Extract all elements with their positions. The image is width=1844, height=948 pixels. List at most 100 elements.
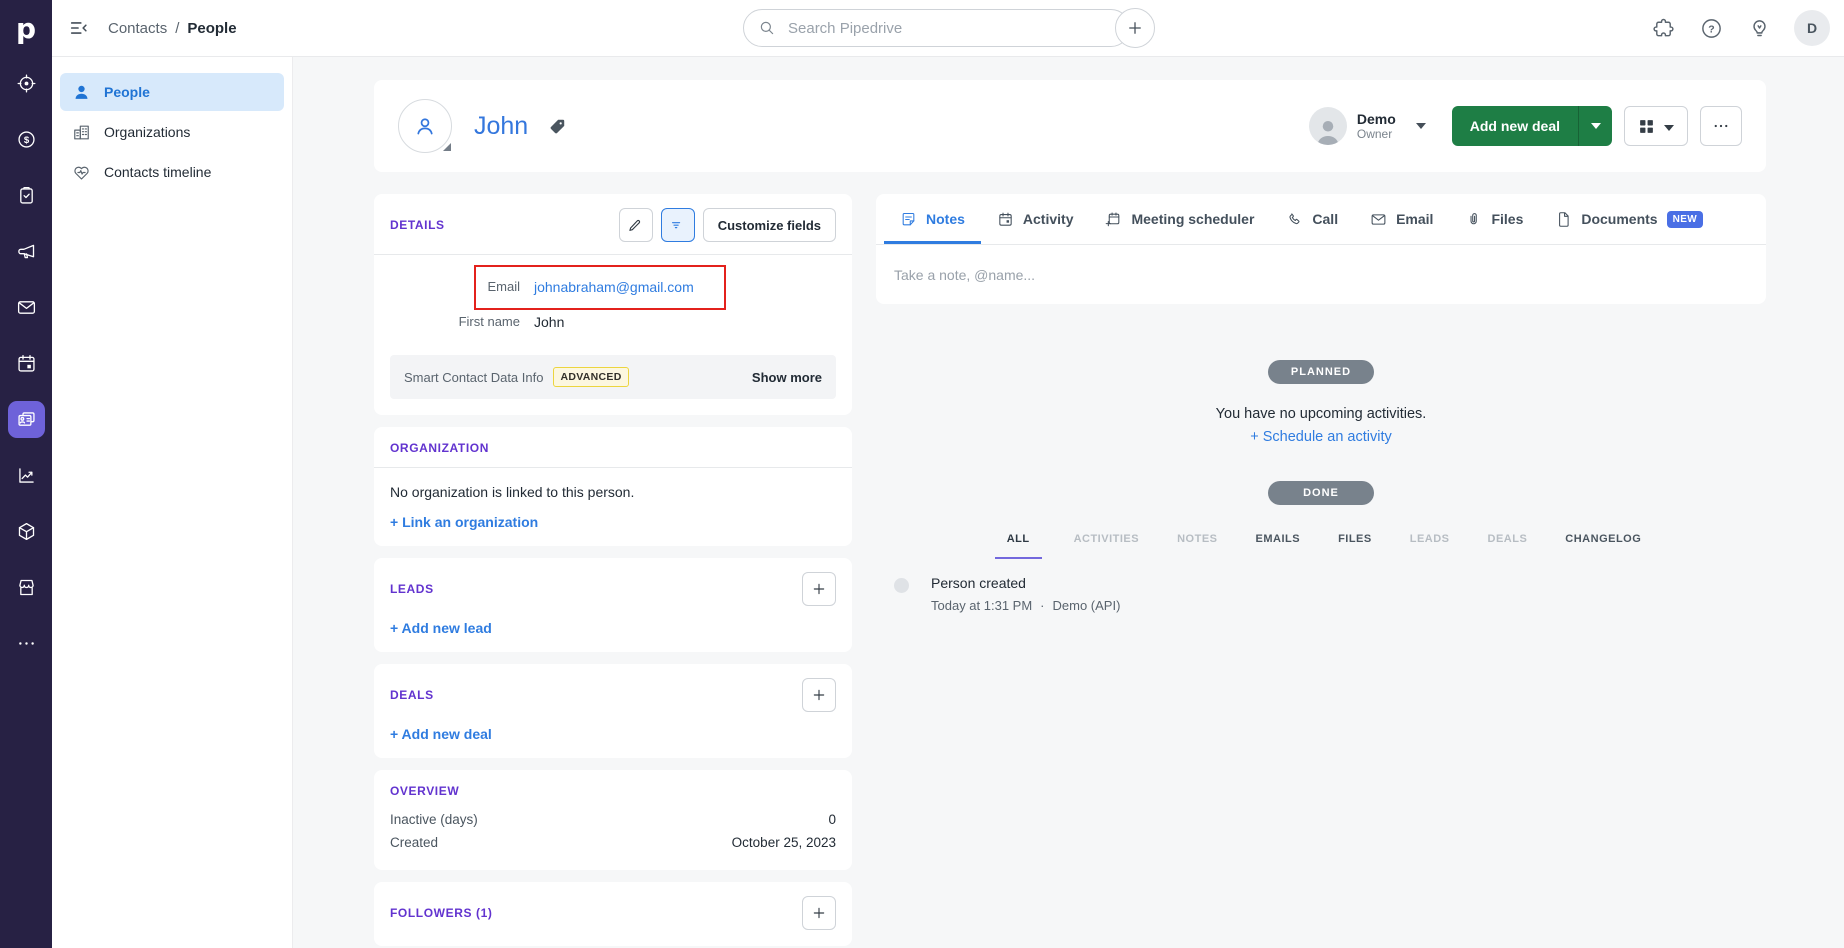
note-composer[interactable]: [876, 245, 1766, 304]
feed-filters: ALL ACTIVITIES NOTES EMAILS FILES LEADS …: [995, 532, 1648, 559]
rail-item-products[interactable]: [8, 513, 45, 550]
field-row-first-name: First name John: [390, 304, 836, 339]
rail-item-activities[interactable]: [8, 345, 45, 382]
overview-title: OVERVIEW: [390, 784, 459, 798]
sidebar-item-organizations[interactable]: Organizations: [60, 113, 284, 151]
planned-pill: PLANNED: [1268, 360, 1374, 384]
filter-all[interactable]: ALL: [995, 532, 1042, 559]
tag-icon: [548, 117, 567, 136]
first-name-field-label: First name: [390, 314, 520, 329]
add-label-button[interactable]: [544, 113, 570, 139]
overview-label: Created: [390, 835, 438, 850]
search-icon: [758, 19, 776, 37]
show-more-button[interactable]: Show more: [752, 370, 822, 385]
grid-icon: [1638, 118, 1655, 135]
add-new-deal-link[interactable]: + Add new deal: [390, 726, 836, 742]
timeline-bullet: [894, 578, 909, 593]
breadcrumb-contacts[interactable]: Contacts: [108, 20, 167, 37]
person-avatar[interactable]: [398, 99, 452, 153]
layout-toggle-button[interactable]: [1624, 106, 1688, 146]
filter-changelog[interactable]: CHANGELOG: [1559, 532, 1647, 557]
tab-files[interactable]: Files: [1449, 194, 1539, 244]
calendar-icon: [997, 211, 1014, 228]
help-button[interactable]: ?: [1698, 15, 1724, 41]
rail-item-contacts[interactable]: [8, 401, 45, 438]
rail-item-more[interactable]: [8, 625, 45, 662]
tips-button[interactable]: [1746, 15, 1772, 41]
owner-role: Owner: [1357, 127, 1396, 141]
deals-title: DEALS: [390, 688, 434, 702]
customize-fields-button[interactable]: Customize fields: [703, 208, 836, 242]
add-new-lead-link[interactable]: + Add new lead: [390, 620, 836, 636]
smart-contact-data-label: Smart Contact Data Info: [404, 370, 543, 385]
rail-item-mail[interactable]: [8, 289, 45, 326]
quick-add-button[interactable]: [1115, 8, 1155, 48]
filter-activities[interactable]: ACTIVITIES: [1068, 532, 1146, 557]
filter-notes[interactable]: NOTES: [1171, 532, 1223, 557]
organization-title: ORGANIZATION: [390, 441, 489, 455]
owner-selector[interactable]: Demo Owner: [1309, 107, 1426, 145]
ellipsis-icon: [1712, 117, 1730, 135]
rail-item-insights[interactable]: [8, 457, 45, 494]
organization-empty-text: No organization is linked to this person…: [390, 484, 836, 500]
search-bar[interactable]: [743, 9, 1130, 47]
add-follower-button[interactable]: [802, 896, 836, 930]
svg-text:?: ?: [1708, 23, 1714, 35]
envelope-icon: [1370, 211, 1387, 228]
add-deal-dropdown[interactable]: [1578, 106, 1612, 146]
tab-call[interactable]: Call: [1270, 194, 1354, 244]
note-input[interactable]: [892, 266, 1750, 284]
add-lead-button[interactable]: [802, 572, 836, 606]
details-title: DETAILS: [390, 218, 445, 232]
chevron-down-icon: [1664, 119, 1674, 134]
tab-notes[interactable]: Notes: [884, 194, 981, 244]
schedule-activity-link[interactable]: + Schedule an activity: [1250, 429, 1391, 445]
edit-details-button[interactable]: [619, 208, 653, 242]
add-deal-plus-button[interactable]: [802, 678, 836, 712]
more-actions-button[interactable]: [1700, 106, 1742, 146]
tab-activity[interactable]: Activity: [981, 194, 1090, 244]
link-organization-button[interactable]: + Link an organization: [390, 514, 836, 530]
rail-item-marketplace[interactable]: [8, 569, 45, 606]
filter-deals[interactable]: DEALS: [1482, 532, 1534, 557]
person-header-card: John Demo Owner Add new deal: [374, 80, 1766, 172]
user-avatar[interactable]: D: [1794, 10, 1830, 46]
integrations-button[interactable]: [1650, 15, 1676, 41]
filter-files[interactable]: FILES: [1332, 532, 1378, 557]
search-input[interactable]: [786, 19, 1115, 38]
tab-documents[interactable]: DocumentsNEW: [1539, 194, 1719, 244]
add-new-deal-button[interactable]: Add new deal: [1452, 106, 1612, 146]
tab-meeting-scheduler[interactable]: Meeting scheduler: [1089, 194, 1270, 244]
pipedrive-app: p $ Contacts / People: [0, 0, 1844, 948]
svg-text:$: $: [23, 135, 29, 146]
breadcrumb: Contacts / People: [108, 20, 237, 37]
lightbulb-icon: [1748, 17, 1771, 40]
rail-item-deals[interactable]: $: [8, 121, 45, 158]
pipedrive-logo[interactable]: p: [0, 0, 52, 56]
collapse-sidebar-button[interactable]: [64, 13, 94, 43]
sidebar-item-people[interactable]: People: [60, 73, 284, 111]
rail-item-campaigns[interactable]: [8, 233, 45, 270]
advanced-badge: ADVANCED: [553, 367, 628, 387]
megaphone-icon: [16, 241, 37, 262]
followers-title: FOLLOWERS (1): [390, 906, 492, 920]
tab-email[interactable]: Email: [1354, 194, 1449, 244]
email-field-value[interactable]: johnabraham@gmail.com: [534, 279, 694, 295]
rail-item-leads[interactable]: [8, 65, 45, 102]
sidebar-item-label: Contacts timeline: [104, 164, 211, 180]
email-field-label: Email: [390, 279, 520, 294]
calendar-icon: [16, 353, 37, 374]
filter-leads[interactable]: LEADS: [1404, 532, 1456, 557]
smart-contact-data-row: Smart Contact Data Info ADVANCED Show mo…: [390, 355, 836, 399]
filter-emails[interactable]: EMAILS: [1250, 532, 1307, 557]
sidebar-item-contacts-timeline[interactable]: Contacts timeline: [60, 153, 284, 191]
rail-item-projects[interactable]: [8, 177, 45, 214]
calendar-plus-icon: [1105, 211, 1122, 228]
buildings-icon: [72, 123, 91, 142]
filter-fields-button[interactable]: [661, 208, 695, 242]
bullseye-icon: [16, 73, 37, 94]
leads-title: LEADS: [390, 582, 434, 596]
heart-pulse-icon: [72, 163, 91, 182]
activity-tabs-card: Notes Activity Meeting scheduler Call Em…: [876, 194, 1766, 304]
ellipsis-icon: [16, 633, 37, 654]
